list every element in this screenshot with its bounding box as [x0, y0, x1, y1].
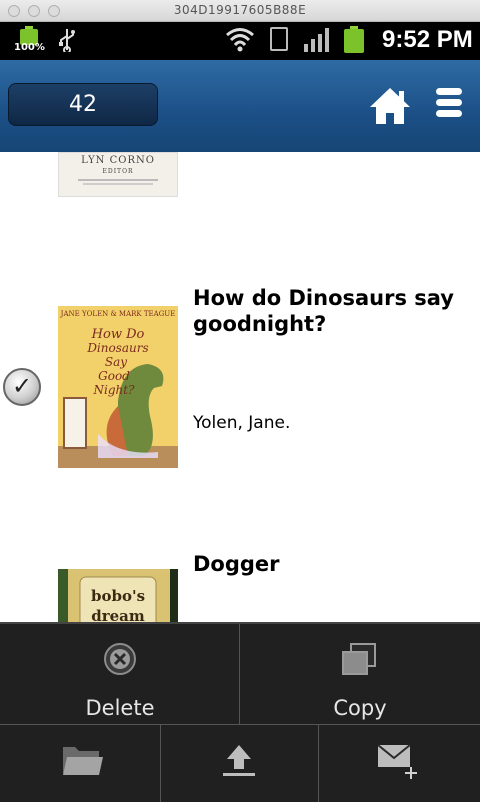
copy-label: Copy: [333, 696, 387, 720]
window-title-bar: 304D19917605B88E: [0, 0, 480, 22]
book-list[interactable]: LYN CORNO EDITOR ✓ How Do Dinosaurs Say …: [0, 152, 480, 622]
delete-button[interactable]: Delete: [0, 624, 240, 724]
svg-text:bobo's: bobo's: [91, 587, 145, 605]
wifi-icon: [225, 26, 255, 56]
book-cover: bobo's dream: [58, 569, 178, 622]
app-header: 42: [0, 60, 480, 152]
svg-text:Dinosaurs: Dinosaurs: [86, 341, 148, 355]
svg-text:Night?: Night?: [92, 383, 135, 397]
book-author: Yolen, Jane.: [193, 413, 291, 433]
compose-mail-icon: [377, 743, 421, 783]
usb-icon: [58, 28, 76, 57]
battery-icon: [344, 26, 364, 54]
cover-text: LYN CORNO: [81, 155, 155, 166]
upload-icon: [221, 743, 257, 781]
home-icon: [370, 88, 410, 124]
svg-text:dream: dream: [91, 607, 145, 622]
book-title: Dogger: [193, 552, 280, 576]
upload-button[interactable]: [161, 725, 318, 802]
status-clock: 9:52 PM: [382, 26, 473, 53]
list-item[interactable]: LYN CORNO EDITOR: [0, 152, 480, 258]
folder-icon: [61, 743, 103, 781]
context-action-bar: Delete Copy: [0, 622, 480, 802]
window-title: 304D19917605B88E: [173, 3, 307, 17]
copy-button[interactable]: Copy: [240, 624, 480, 724]
copy-icon: [341, 642, 377, 680]
compose-mail-button[interactable]: [319, 725, 480, 802]
cover-text: EDITOR: [102, 168, 134, 175]
check-icon[interactable]: ✓: [3, 368, 41, 406]
battery-percent: 100%: [14, 42, 45, 53]
book-title: How do Dinosaurs say goodnight?: [193, 286, 454, 336]
list-item[interactable]: bobo's dream Dogger: [0, 523, 480, 622]
signal-icon: [304, 28, 330, 56]
svg-text:How Do: How Do: [91, 327, 145, 342]
list-menu-icon: [436, 88, 462, 95]
book-cover: How Do Dinosaurs Say Good Night? JANE YO…: [58, 306, 178, 468]
delete-icon: [103, 642, 137, 680]
list-item[interactable]: ✓ How Do Dinosaurs Say Good Night? JANE …: [0, 257, 480, 524]
status-bar: 100% 9:52 PM: [0, 22, 480, 60]
list-menu-button[interactable]: [434, 88, 464, 124]
item-counter[interactable]: 42: [8, 83, 158, 126]
delete-label: Delete: [85, 696, 155, 720]
svg-text:Good: Good: [98, 369, 130, 383]
open-folder-button[interactable]: [0, 725, 160, 802]
svg-text:Say: Say: [105, 355, 127, 369]
sim-icon: [270, 27, 288, 51]
home-button[interactable]: [368, 86, 412, 126]
book-cover: LYN CORNO EDITOR: [58, 152, 178, 197]
cover-text: JANE YOLEN & MARK TEAGUE: [60, 310, 176, 318]
